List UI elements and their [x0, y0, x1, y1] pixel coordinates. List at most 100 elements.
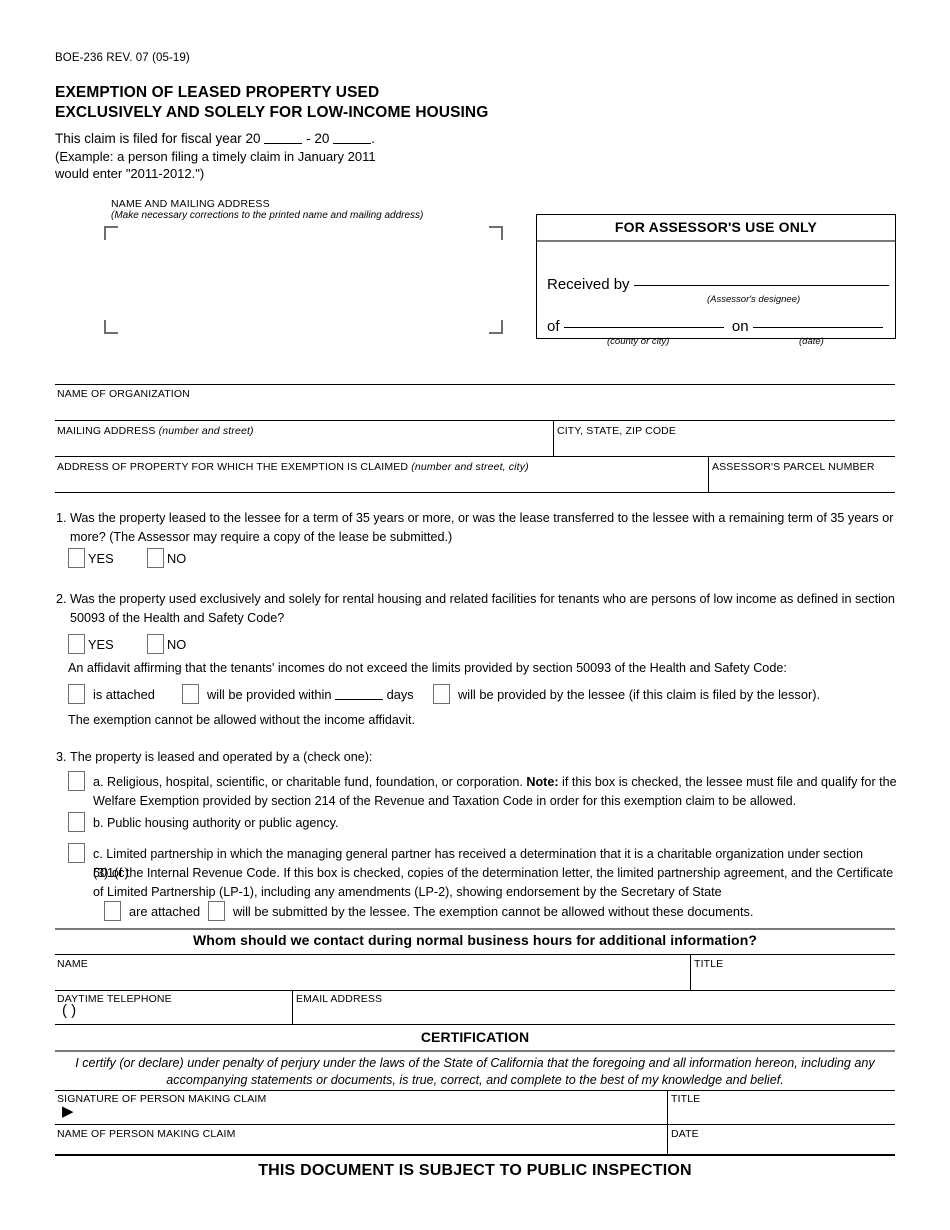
address-corner-top-left-marker: [104, 226, 118, 240]
address-corner-bottom-left-marker: [104, 320, 118, 334]
fiscal-mid: - 20: [306, 131, 330, 146]
question-2-number: 2.: [56, 592, 67, 606]
rule-below-contact-phone: [55, 1024, 895, 1025]
question-2-no-label: NO: [167, 637, 187, 652]
fiscal-year-end-input[interactable]: [333, 130, 372, 144]
form-page: BOE-236 REV. 07 (05-19) EXEMPTION OF LEA…: [0, 0, 950, 1230]
county-or-city-caption: (county or city): [607, 336, 670, 347]
divider-signature-title: [667, 1090, 668, 1125]
option-c-are-attached-label: are attached: [129, 904, 201, 919]
question-1-no-label: NO: [167, 551, 187, 566]
mailing-address-hint: (number and street): [158, 425, 254, 437]
field-label-email-address: EMAIL ADDRESS: [296, 993, 383, 1005]
assessor-of-on-row: of on: [547, 318, 883, 335]
question-1-yes-checkbox[interactable]: [68, 548, 85, 568]
field-label-signature-title: TITLE: [671, 1093, 701, 1105]
question-2-line-2: 50093 of the Health and Safety Code?: [70, 611, 285, 625]
daytime-telephone-input[interactable]: ( ): [62, 1002, 76, 1019]
option-c-are-attached-checkbox[interactable]: [104, 901, 121, 921]
question-3-option-b-label: b. Public housing authority or public ag…: [93, 816, 339, 830]
divider-property-parcel: [708, 456, 709, 493]
certification-statement-line-2: accompanying statements or documents, is…: [166, 1073, 784, 1087]
contact-section-heading: Whom should we contact during normal bus…: [192, 932, 758, 948]
divider-phone-email: [292, 990, 293, 1025]
received-by-input[interactable]: [633, 284, 889, 286]
rule-above-contact-phone: [55, 990, 895, 991]
field-label-property-address: ADDRESS OF PROPERTY FOR WHICH THE EXEMPT…: [57, 461, 529, 473]
field-label-parcel-number: ASSESSOR'S PARCEL NUMBER: [712, 461, 875, 473]
rule-above-footer: [55, 1154, 895, 1156]
question-2-no-checkbox[interactable]: [147, 634, 164, 654]
question-1-yes-label: YES: [88, 551, 114, 566]
affidavit-days-input[interactable]: [335, 688, 384, 700]
affidavit-is-attached-label: is attached: [93, 687, 155, 702]
question-3-option-c-checkbox[interactable]: [68, 843, 85, 863]
signature-arrow-icon: ▶: [62, 1103, 74, 1120]
field-label-signature: SIGNATURE OF PERSON MAKING CLAIM: [57, 1093, 267, 1105]
question-3-intro: The property is leased and operated by a…: [70, 750, 373, 764]
question-2-yes-checkbox[interactable]: [68, 634, 85, 654]
divider-mailing-city: [553, 420, 554, 457]
option-a-note-keyword: Note:: [526, 775, 559, 789]
question-1-number: 1.: [56, 511, 67, 525]
affidavit-is-attached-checkbox[interactable]: [68, 684, 85, 704]
question-3-option-c-line-3: of Limited Partnership (LP-1), including…: [93, 885, 722, 899]
affidavit-will-be-provided-within-checkbox[interactable]: [182, 684, 199, 704]
form-code: BOE-236 REV. 07 (05-19): [55, 52, 190, 64]
option-a-text-part-2: if this box is checked, the lessee must …: [558, 775, 897, 789]
fiscal-prefix: This claim is filed for fiscal year 20: [55, 131, 261, 146]
fiscal-example-line-2: would enter "2011-2012."): [55, 166, 205, 181]
affidavit-will-be-provided-within-label: will be provided within: [207, 687, 332, 702]
rule-above-name-of-organization: [55, 384, 895, 385]
public-inspection-footer: THIS DOCUMENT IS SUBJECT TO PUBLIC INSPE…: [258, 1162, 692, 1179]
page-title: EXEMPTION OF LEASED PROPERTY USED EXCLUS…: [55, 83, 488, 123]
question-3-option-a-checkbox[interactable]: [68, 771, 85, 791]
field-label-claimant-name: NAME OF PERSON MAKING CLAIM: [57, 1128, 236, 1140]
fiscal-year-start-input[interactable]: [264, 130, 303, 144]
affidavit-will-be-provided-by-lessee-label: will be provided by the lessee (if this …: [458, 687, 821, 702]
title-line-2: EXCLUSIVELY AND SOLELY FOR LOW-INCOME HO…: [55, 104, 489, 121]
question-3-number: 3.: [56, 750, 67, 764]
affidavit-closing: The exemption cannot be allowed without …: [68, 713, 416, 727]
fiscal-year-statement: This claim is filed for fiscal year 20 -…: [55, 130, 376, 183]
affidavit-will-be-provided-within-row: will be provided within days: [207, 687, 414, 702]
address-corner-top-right-marker: [489, 226, 503, 240]
field-label-contact-title: TITLE: [694, 958, 724, 970]
option-a-text-part-1: a. Religious, hospital, scientific, or c…: [93, 775, 527, 789]
rule-above-mailing-address: [55, 420, 895, 421]
fiscal-period: .: [371, 131, 375, 146]
rule-above-property-address: [55, 456, 895, 457]
assessor-use-only-box: FOR ASSESSOR'S USE ONLY Received by (Ass…: [536, 214, 896, 347]
rule-above-contact-name: [55, 954, 895, 955]
field-label-contact-name: NAME: [57, 958, 88, 970]
certification-heading: CERTIFICATION: [420, 1029, 530, 1045]
question-2-yes-label: YES: [88, 637, 114, 652]
county-or-city-input[interactable]: [563, 326, 724, 328]
field-label-mailing-address: MAILING ADDRESS (number and street): [57, 425, 254, 437]
divider-contact-name-title: [690, 954, 691, 990]
name-mailing-address-sublabel: (Make necessary corrections to the print…: [111, 210, 424, 221]
date-received-input[interactable]: [752, 326, 883, 328]
mailing-address-text: MAILING ADDRESS: [57, 425, 156, 437]
assessor-box-heading: FOR ASSESSOR'S USE ONLY: [537, 215, 895, 242]
question-1-line-1: Was the property leased to the lessee fo…: [70, 511, 894, 525]
affidavit-will-be-provided-by-lessee-checkbox[interactable]: [433, 684, 450, 704]
assessor-box-body: Received by (Assessor's designee) of on …: [537, 242, 895, 347]
field-label-claim-date: DATE: [671, 1128, 699, 1140]
question-3-option-b-checkbox[interactable]: [68, 812, 85, 832]
rule-above-claimant-name: [55, 1124, 895, 1125]
affidavit-intro: An affidavit affirming that the tenants'…: [68, 661, 787, 675]
question-1-no-checkbox[interactable]: [147, 548, 164, 568]
option-c-will-be-submitted-checkbox[interactable]: [208, 901, 225, 921]
field-label-city-state-zip: CITY, STATE, ZIP CODE: [557, 425, 677, 437]
of-label: of: [547, 318, 560, 335]
divider-claimant-name-date: [667, 1124, 668, 1155]
received-by-label: Received by: [547, 276, 630, 293]
question-3-option-a-line-2: Welfare Exemption provided by section 21…: [93, 794, 797, 808]
on-label: on: [731, 318, 749, 335]
assessor-received-by-row: Received by: [547, 276, 889, 293]
rule-above-signature: [55, 1090, 895, 1091]
affidavit-days-label: days: [386, 687, 414, 702]
fiscal-example-line-1: (Example: a person filing a timely claim…: [55, 148, 376, 164]
question-1-line-2: more? (The Assessor may require a copy o…: [70, 530, 453, 544]
